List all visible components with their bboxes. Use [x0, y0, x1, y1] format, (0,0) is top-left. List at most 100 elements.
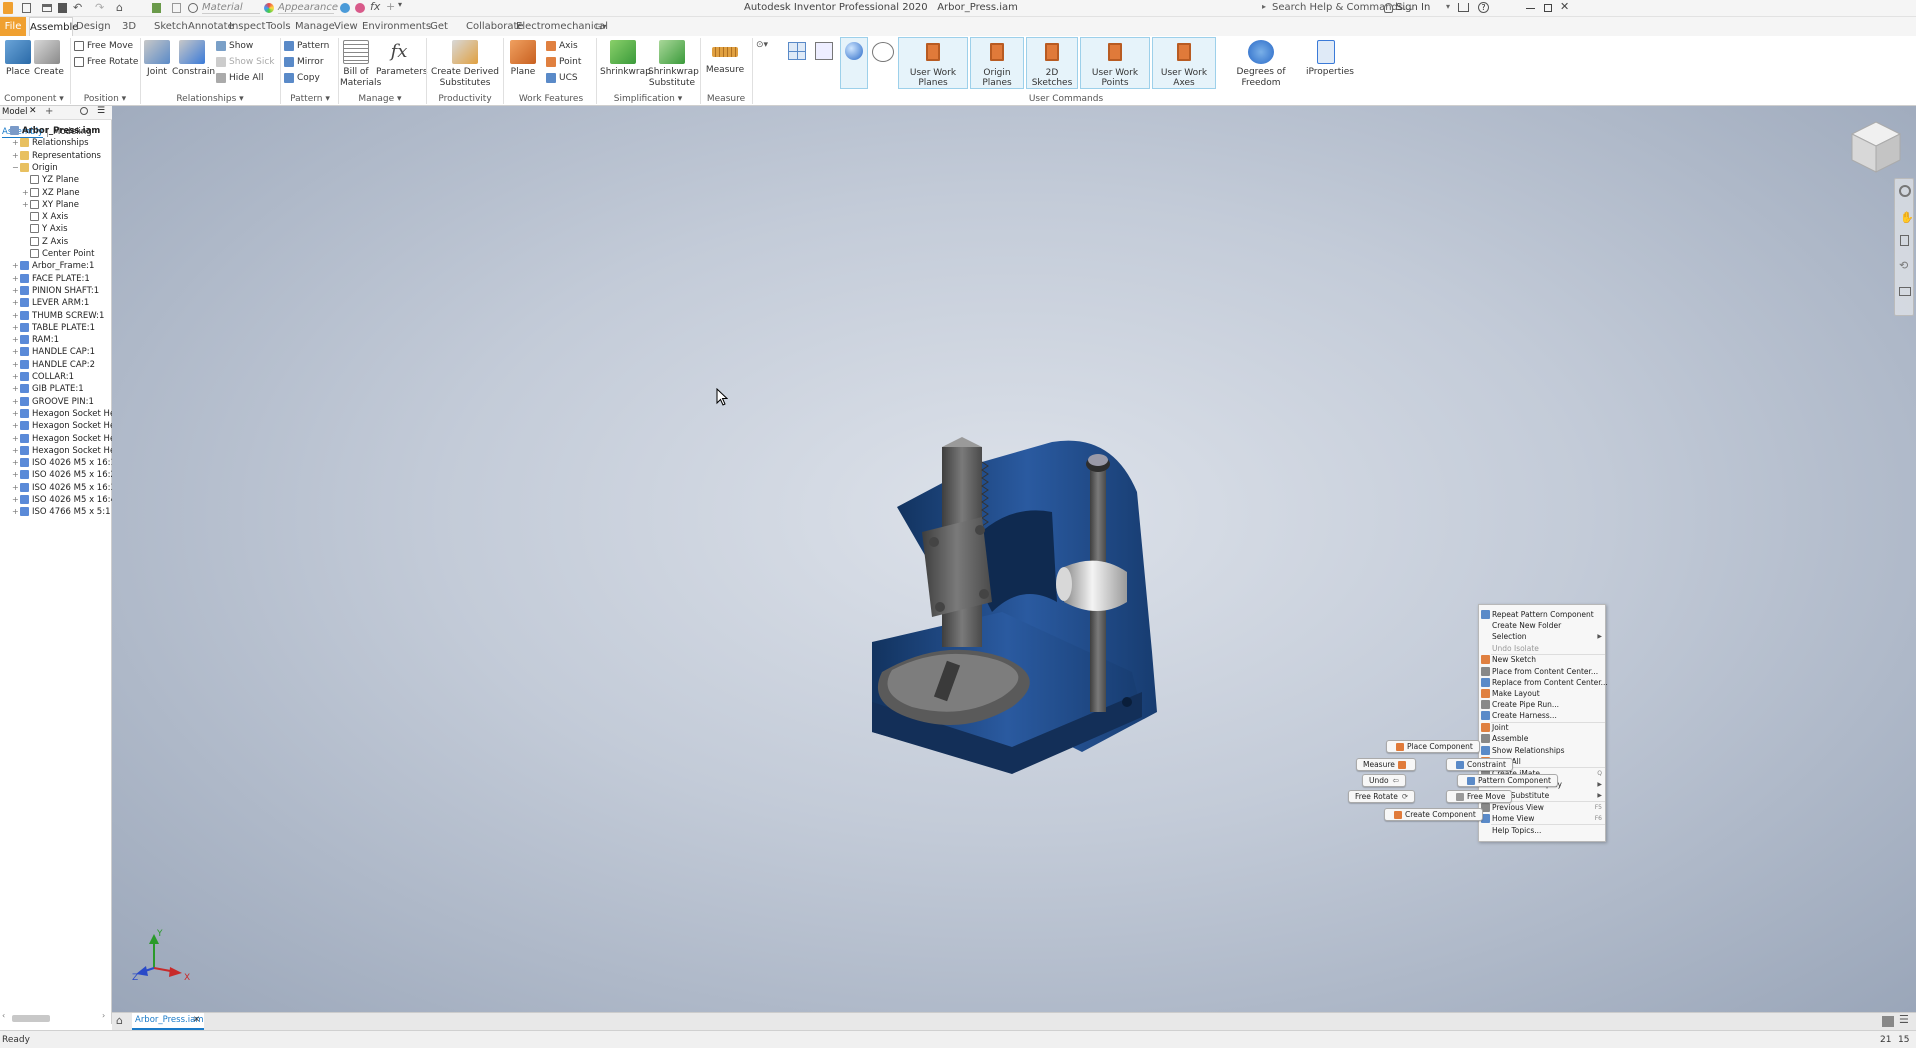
home-icon[interactable]: ⌂	[116, 1, 123, 14]
context-menu-item[interactable]: Make Layout	[1481, 688, 1605, 699]
fx-parameters-icon[interactable]: fx	[370, 0, 380, 13]
constrain-button[interactable]: Constrain	[172, 38, 215, 90]
tab-assemble[interactable]: Assemble	[29, 17, 78, 36]
context-menu-item[interactable]: New Sketch	[1481, 654, 1605, 665]
marking-measure[interactable]: Measure	[1356, 758, 1416, 771]
point-button[interactable]: Point	[546, 55, 581, 70]
iproperties-button[interactable]: iProperties	[1306, 38, 1354, 90]
context-menu-item[interactable]: Place from Content Center...	[1481, 666, 1605, 677]
degrees-of-freedom-button[interactable]: Degrees of Freedom	[1218, 38, 1304, 90]
context-menu-item[interactable]: Help Topics...	[1492, 825, 1605, 836]
free-rotate-button[interactable]: Free Rotate	[74, 55, 138, 70]
group-simplification-label[interactable]: Simplification ▾	[600, 92, 696, 106]
tab-electromechanical[interactable]: Electromechanical	[516, 17, 608, 36]
tree-item[interactable]: + ISO 4766 M5 x 5:1	[12, 505, 110, 519]
axis-button[interactable]: Axis	[546, 39, 578, 54]
scroll-left-icon[interactable]: ‹	[2, 1011, 5, 1020]
user-work-points-button[interactable]: User Work Points	[1080, 37, 1150, 89]
create-button[interactable]: Create	[34, 38, 64, 90]
browser-menu-icon[interactable]: ☰	[97, 106, 105, 116]
context-menu-item[interactable]: Create Harness...	[1481, 710, 1605, 721]
marking-create-component[interactable]: Create Component	[1384, 808, 1483, 821]
browser-add-icon[interactable]: +	[45, 106, 53, 117]
doc-tab-arbor-press[interactable]: Arbor_Press.iam ✕	[132, 1013, 204, 1030]
marking-undo[interactable]: Undo ⇦	[1362, 774, 1406, 787]
user-work-axes-button[interactable]: User Work Axes	[1152, 37, 1216, 89]
shadows-icon[interactable]	[872, 42, 894, 62]
tab-annotate[interactable]: Annotate	[188, 17, 234, 36]
plane-button[interactable]: Plane	[508, 38, 538, 90]
tab-3d-model[interactable]: 3D Model	[110, 17, 148, 51]
joint-button[interactable]: Joint	[144, 38, 170, 90]
group-position-label[interactable]: Position ▾	[72, 92, 138, 106]
sign-in-dropdown-icon[interactable]: ▾	[1446, 2, 1450, 11]
restore-icon[interactable]	[1544, 4, 1552, 12]
select-icon[interactable]	[172, 3, 181, 13]
viewport-layout-icon[interactable]	[788, 42, 806, 60]
tab-design[interactable]: Design	[76, 17, 111, 36]
tab-collaborate[interactable]: Collaborate	[466, 17, 524, 36]
browser-close-icon[interactable]: ✕	[29, 106, 37, 116]
home-tab-icon[interactable]: ⌂	[116, 1014, 123, 1027]
context-menu-item[interactable]: Create Pipe Run...	[1481, 699, 1605, 710]
graphics-viewport[interactable]: ✋ ⟲ Repeat Pattern Component Create New F…	[112, 106, 1916, 1012]
minimize-icon[interactable]	[1526, 8, 1535, 9]
clear-appearance-icon[interactable]	[355, 3, 365, 13]
add-icon[interactable]: +	[386, 0, 395, 13]
redo-icon[interactable]: ↷	[95, 1, 104, 14]
viewcube-icon[interactable]	[1848, 118, 1904, 174]
marking-constraint[interactable]: Constraint	[1446, 758, 1513, 771]
doc-tab-close-icon[interactable]: ✕	[193, 1013, 200, 1028]
marking-pattern-component[interactable]: Pattern Component	[1457, 774, 1558, 787]
window-list-icon[interactable]: ☰	[1899, 1013, 1909, 1026]
open-file-icon[interactable]	[42, 4, 52, 12]
ucs-button[interactable]: UCS	[546, 71, 578, 86]
tab-tools[interactable]: Tools	[266, 17, 291, 36]
context-menu-item[interactable]: Home View F6	[1481, 813, 1605, 824]
scroll-right-icon[interactable]: ›	[102, 1011, 105, 1020]
mirror-button[interactable]: Mirror	[284, 55, 324, 70]
help-icon[interactable]: ?	[1478, 2, 1489, 13]
context-menu-item[interactable]: Selection ▶	[1492, 631, 1605, 642]
sign-in-link[interactable]: Sign In	[1396, 2, 1430, 13]
tab-get-started[interactable]: Get Started	[418, 17, 460, 51]
adjust-icon[interactable]	[340, 3, 350, 13]
shrinkwrap-substitute-button[interactable]: Shrinkwrap Substitute	[648, 38, 699, 90]
hide-all-button[interactable]: Hide All	[216, 71, 264, 86]
update-icon[interactable]	[152, 3, 161, 13]
tab-inspect[interactable]: Inspect	[229, 17, 265, 36]
appearance-dropdown[interactable]: Appearance	[278, 2, 338, 14]
tile-view-icon[interactable]	[815, 42, 833, 60]
material-dropdown[interactable]: Material	[202, 2, 260, 14]
bill-of-materials-button[interactable]: Bill of Materials	[340, 38, 381, 90]
browser-hscroll[interactable]	[12, 1015, 50, 1022]
parameters-button[interactable]: fx Parameters	[376, 38, 428, 90]
measure-button[interactable]: Measure	[704, 38, 746, 90]
new-file-icon[interactable]	[22, 3, 31, 13]
show-sick-button[interactable]: Show Sick	[216, 55, 275, 70]
visual-style-icon[interactable]	[840, 37, 868, 89]
shrinkwrap-button[interactable]: Shrinkwrap	[600, 38, 651, 90]
origin-planes-button[interactable]: Origin Planes	[970, 37, 1024, 89]
tile-windows-icon[interactable]	[1882, 1016, 1894, 1027]
user-work-planes-button[interactable]: User Work Planes	[898, 37, 968, 89]
steering-wheel-icon[interactable]	[1899, 185, 1911, 197]
place-button[interactable]: Place	[4, 38, 32, 90]
view-options-icon[interactable]: ⊙▾	[756, 40, 774, 52]
create-derived-substitutes-button[interactable]: Create Derived Substitutes	[430, 38, 500, 90]
context-menu-item[interactable]: Show Relationships	[1481, 745, 1605, 756]
help-search-input[interactable]: Search Help & Commands...	[1272, 2, 1413, 13]
pattern-button[interactable]: Pattern	[284, 39, 329, 54]
pan-hand-icon[interactable]: ✋	[1900, 211, 1914, 224]
group-relationships-label[interactable]: Relationships ▾	[142, 92, 278, 106]
tab-file[interactable]: File	[0, 17, 26, 36]
close-icon[interactable]: ✕	[1560, 0, 1569, 13]
context-menu-item[interactable]: Create New Folder	[1492, 620, 1605, 631]
context-menu-item[interactable]: Assemble	[1481, 733, 1605, 744]
show-button[interactable]: Show	[216, 39, 253, 54]
group-measure-label[interactable]: Measure ▾	[704, 92, 748, 118]
tab-environments[interactable]: Environments	[362, 17, 431, 36]
browser-search-icon[interactable]	[80, 107, 88, 115]
context-menu-item[interactable]: Replace from Content Center...	[1481, 677, 1608, 688]
copy-button[interactable]: Copy	[284, 71, 320, 86]
